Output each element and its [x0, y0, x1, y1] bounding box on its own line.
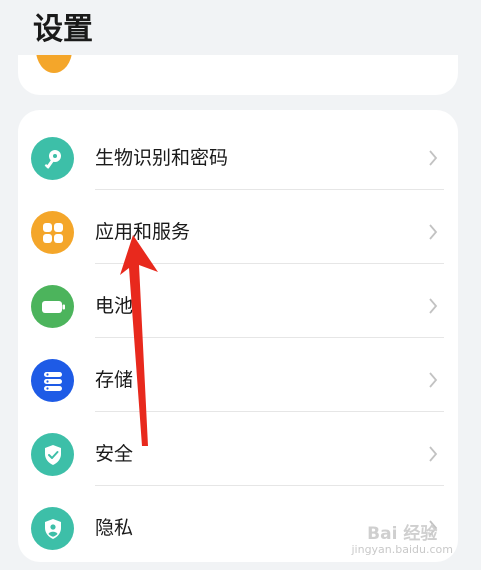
previous-settings-group: [18, 55, 458, 95]
chevron-right-icon: [429, 150, 438, 166]
chevron-right-icon: [429, 372, 438, 388]
settings-item-biometrics-password[interactable]: 生物识别和密码: [18, 116, 458, 190]
apps-grid-icon: [31, 211, 74, 254]
settings-item-label: 安全: [95, 443, 134, 465]
page-title: 设置: [33, 12, 93, 47]
watermark-brand: Bai 经验: [367, 524, 438, 544]
chevron-right-icon: [429, 446, 438, 462]
partial-settings-icon: [36, 55, 72, 73]
settings-item-label: 生物识别和密码: [95, 147, 229, 169]
shield-check-icon: [31, 433, 74, 476]
watermark: Bai 经验 jingyan.baidu.com: [351, 524, 453, 556]
watermark-url: jingyan.baidu.com: [351, 543, 453, 556]
key-icon: [31, 137, 74, 180]
settings-item-storage[interactable]: 存储: [18, 338, 458, 412]
battery-icon: [31, 285, 74, 328]
settings-item-label: 隐私: [95, 517, 134, 539]
settings-item-security[interactable]: 安全: [18, 412, 458, 486]
settings-item-label: 应用和服务: [95, 221, 191, 243]
storage-icon: [31, 359, 74, 402]
chevron-right-icon: [429, 224, 438, 240]
settings-item-label: 电池: [95, 295, 134, 317]
settings-group: 生物识别和密码 应用和服务 电池 存储 安全 隐私: [18, 110, 458, 562]
settings-item-apps-services[interactable]: 应用和服务: [18, 190, 458, 264]
chevron-right-icon: [429, 298, 438, 314]
privacy-shield-icon: [31, 507, 74, 550]
settings-item-battery[interactable]: 电池: [18, 264, 458, 338]
settings-item-label: 存储: [95, 369, 134, 391]
